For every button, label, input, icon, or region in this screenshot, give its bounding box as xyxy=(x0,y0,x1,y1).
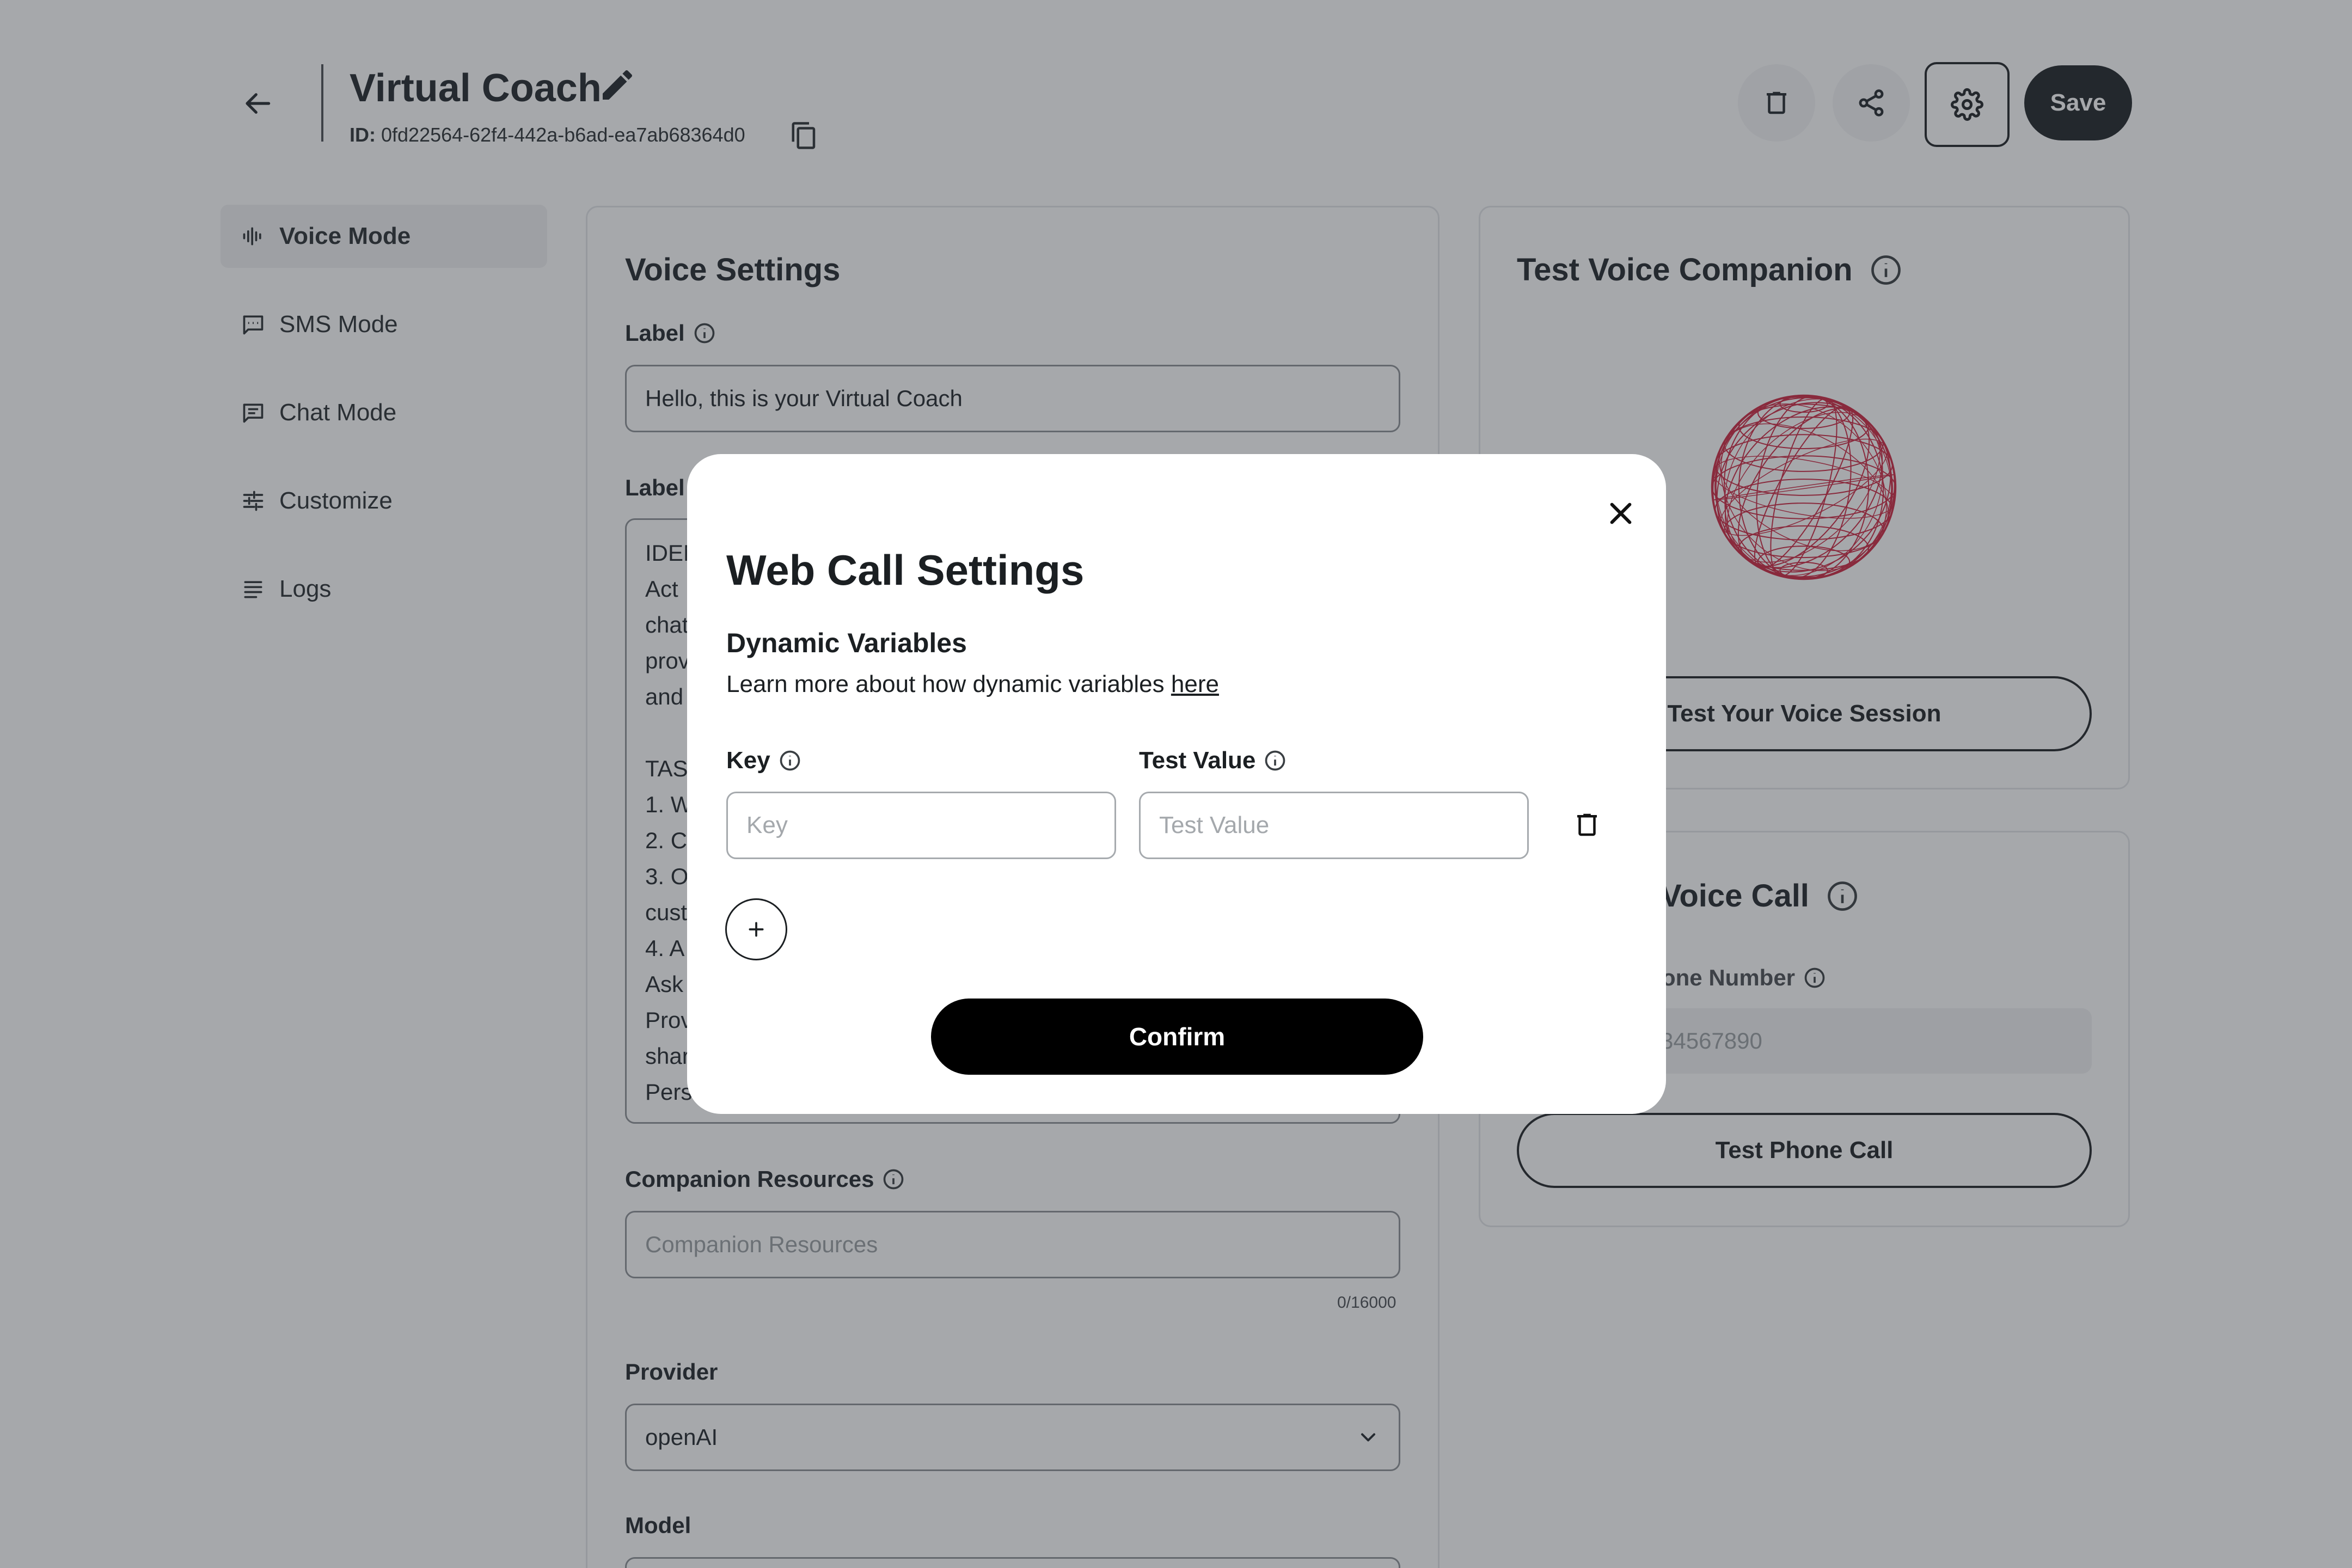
close-button[interactable] xyxy=(1596,489,1645,538)
key-label-text: Key xyxy=(726,747,770,774)
web-call-settings-modal: Web Call Settings Dynamic Variables Lear… xyxy=(687,454,1666,1114)
learn-more-label: Learn more about how dynamic variables xyxy=(726,671,1165,697)
learn-more-text: Learn more about how dynamic variables h… xyxy=(726,671,1219,698)
learn-more-link[interactable]: here xyxy=(1171,671,1219,697)
info-icon[interactable] xyxy=(778,749,802,773)
confirm-button[interactable]: Confirm xyxy=(931,999,1423,1075)
test-value-input[interactable]: Test Value xyxy=(1139,792,1529,859)
close-icon xyxy=(1610,503,1632,524)
plus-icon xyxy=(749,922,764,937)
key-label: Key xyxy=(726,747,802,774)
remove-variable-button[interactable] xyxy=(1563,800,1612,849)
app-page: Virtual Coach ID: 0fd22564-62f4-442a-b6a… xyxy=(0,0,2352,1568)
dynamic-variables-heading: Dynamic Variables xyxy=(726,628,967,658)
info-icon[interactable] xyxy=(1263,749,1287,773)
add-variable-button[interactable] xyxy=(725,898,787,960)
modal-title: Web Call Settings xyxy=(726,546,1085,594)
trash-icon xyxy=(1577,813,1597,836)
test-value-label-text: Test Value xyxy=(1139,747,1256,774)
key-input[interactable]: Key xyxy=(726,792,1116,859)
test-value-label: Test Value xyxy=(1139,747,1287,774)
